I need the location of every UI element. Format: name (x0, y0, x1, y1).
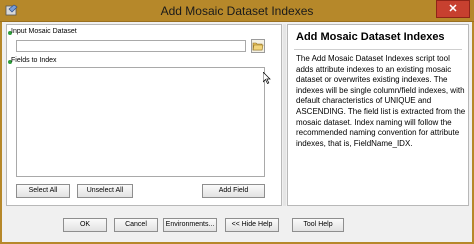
panel-splitter[interactable] (283, 24, 286, 206)
tool-help-button[interactable]: Tool Help (292, 218, 344, 232)
dialog-button-bar: OK Cancel Environments... << Hide Help T… (0, 208, 474, 244)
ok-button[interactable]: OK (63, 218, 107, 232)
mouse-cursor-icon (263, 72, 271, 84)
fields-to-index-label: Fields to Index (11, 57, 57, 64)
hide-help-button[interactable]: << Hide Help (225, 218, 279, 232)
help-title: Add Mosaic Dataset Indexes (296, 31, 445, 43)
window-title: Add Mosaic Dataset Indexes (160, 4, 314, 18)
input-mosaic-dataset-label: Input Mosaic Dataset (11, 28, 77, 35)
fields-to-index-list[interactable] (16, 67, 265, 177)
select-all-button[interactable]: Select All (16, 184, 70, 198)
input-mosaic-dataset-field[interactable] (16, 40, 246, 52)
environments-button[interactable]: Environments... (163, 218, 217, 232)
title-bar[interactable]: Add Mosaic Dataset Indexes ✕ (0, 0, 474, 22)
help-divider (294, 49, 462, 50)
cancel-button[interactable]: Cancel (114, 218, 158, 232)
help-panel: Add Mosaic Dataset Indexes The Add Mosai… (287, 24, 469, 206)
add-field-button[interactable]: Add Field (202, 184, 265, 198)
browse-folder-button[interactable] (251, 39, 265, 53)
open-folder-icon (252, 42, 264, 51)
unselect-all-button[interactable]: Unselect All (77, 184, 133, 198)
help-description: The Add Mosaic Dataset Indexes script to… (296, 54, 466, 148)
close-button[interactable]: ✕ (436, 0, 470, 18)
